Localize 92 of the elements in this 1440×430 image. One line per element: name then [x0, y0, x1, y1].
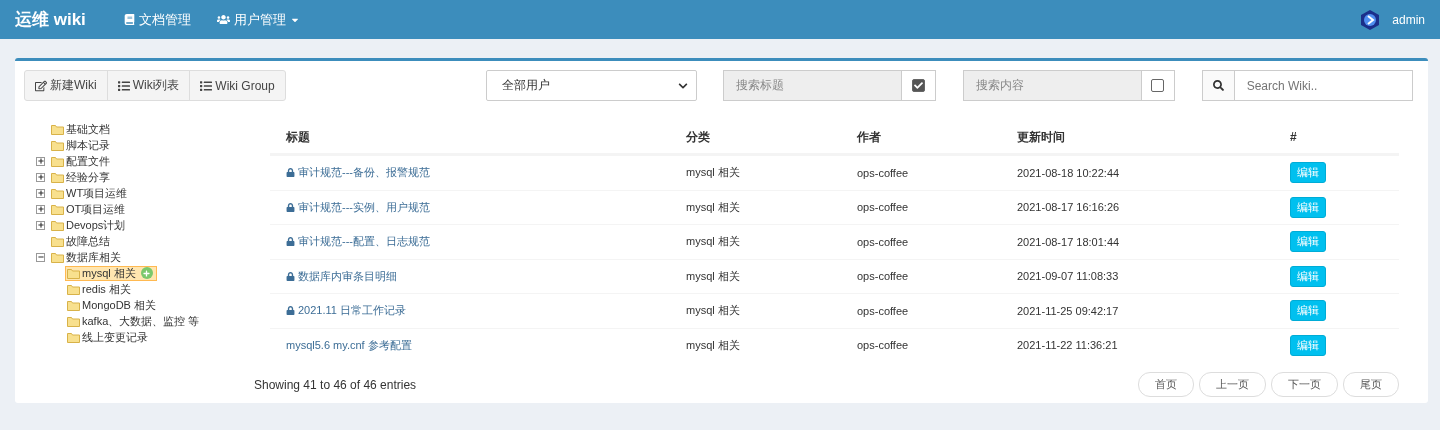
expand-icon[interactable] — [36, 188, 45, 198]
folder-icon — [51, 155, 64, 167]
tree-item[interactable]: 配置文件 — [49, 153, 114, 169]
folder-icon — [51, 171, 64, 183]
wiki-title-link[interactable]: 审计规范---配置、日志规范 — [286, 234, 430, 250]
page-button[interactable]: 首页 — [1138, 372, 1194, 397]
wiki-title-link[interactable]: mysql5.6 my.cnf 参考配置 — [286, 337, 412, 353]
page-button[interactable]: 尾页 — [1343, 372, 1399, 397]
tree-item[interactable]: mysql 相关 — [65, 265, 157, 281]
table-cell: mysql 相关 — [686, 234, 740, 250]
folder-icon — [51, 219, 64, 231]
tree-item[interactable]: 线上变更记录 — [65, 329, 152, 345]
tree-item[interactable]: OT项目运维 — [49, 201, 130, 217]
tree-item[interactable]: 数据库相关 — [49, 249, 125, 265]
table-cell: ops-coffee — [857, 201, 909, 214]
column-header: # — [1274, 121, 1399, 155]
folder-icon — [67, 283, 80, 295]
expand-icon[interactable] — [36, 204, 45, 214]
expand-icon[interactable] — [36, 172, 45, 182]
table-cell: ops-coffee — [857, 304, 909, 317]
table-cell: mysql 相关 — [686, 337, 740, 353]
column-header: 更新时间 — [1001, 121, 1274, 155]
search-field[interactable]: Search Wiki.. — [1234, 70, 1413, 101]
chevron-icon — [677, 80, 688, 91]
folder-icon — [51, 123, 64, 135]
lock-icon — [286, 168, 295, 178]
entries-info: Showing 41 to 46 of 46 entries — [254, 377, 417, 392]
folder-icon — [51, 203, 64, 215]
tree-item[interactable]: kafka、大数据、监控 等 — [65, 313, 204, 329]
column-header: 作者 — [841, 121, 1001, 155]
lock-icon — [286, 306, 295, 316]
table-cell: 2021-11-22 11:36:21 — [1017, 339, 1118, 352]
wiki-title-link[interactable]: 数据库内审条目明细 — [286, 268, 397, 284]
collapse-icon[interactable] — [36, 252, 45, 262]
user-select[interactable]: 全部用户 — [485, 70, 697, 101]
table-cell: ops-coffee — [857, 235, 909, 248]
checkbox[interactable] — [911, 79, 925, 92]
user-name[interactable]: admin — [1392, 12, 1425, 27]
column-header: 标题 — [270, 121, 670, 155]
folder-icon — [51, 235, 64, 247]
toolbar-button[interactable]: 新建Wiki — [24, 70, 108, 101]
wiki-title-link[interactable]: 审计规范---备份、报警规范 — [286, 165, 430, 181]
avatar-icon[interactable] — [1360, 9, 1381, 30]
table-cell: 2021-09-07 11:08:33 — [1017, 270, 1119, 283]
book-icon — [123, 14, 135, 25]
folder-icon — [67, 267, 80, 279]
list-icon — [117, 79, 130, 92]
toolbar-button[interactable]: Wiki列表 — [106, 70, 191, 101]
folder-icon — [51, 139, 64, 151]
tree-item[interactable]: Devops计划 — [49, 217, 130, 233]
folder-icon — [51, 187, 64, 199]
table-cell: ops-coffee — [857, 166, 909, 179]
wiki-title-link[interactable]: 2021.11 日常工作记录 — [286, 303, 406, 319]
column-header: 分类 — [670, 121, 841, 155]
table-cell: mysql 相关 — [686, 199, 740, 215]
folder-icon — [67, 331, 80, 343]
table-cell: 2021-08-18 10:22:44 — [1017, 166, 1120, 179]
page-button[interactable]: 上一页 — [1199, 372, 1266, 397]
table-cell: mysql 相关 — [686, 268, 740, 284]
tree-item[interactable]: 脚本记录 — [49, 137, 114, 153]
table-cell: 2021-11-25 09:42:17 — [1017, 304, 1119, 317]
page-button[interactable]: 下一页 — [1271, 372, 1338, 397]
list-icon — [200, 79, 213, 92]
tree-item[interactable]: 故障总结 — [49, 233, 114, 249]
expand-icon[interactable] — [36, 220, 45, 230]
brand-title[interactable]: 运维 wiki — [15, 8, 86, 31]
nav-link[interactable]: 文档管理 — [123, 10, 191, 29]
tree-item[interactable]: redis 相关 — [65, 281, 135, 297]
table-cell: 2021-08-17 18:01:44 — [1017, 235, 1120, 248]
search-icon[interactable] — [1212, 80, 1224, 91]
table-cell: mysql 相关 — [686, 303, 740, 319]
tree-item[interactable]: 经验分享 — [49, 169, 114, 185]
tree-item[interactable]: WT项目运维 — [49, 185, 132, 201]
folder-icon — [51, 251, 64, 263]
toolbar-button[interactable]: Wiki Group — [189, 70, 286, 101]
checkbox[interactable] — [1151, 79, 1165, 92]
lock-icon — [286, 271, 295, 281]
wiki-title-link[interactable]: 审计规范---实例、用户规范 — [286, 199, 430, 215]
table-cell: ops-coffee — [857, 339, 909, 352]
folder-icon — [67, 315, 80, 327]
nav-link[interactable]: 用户管理 — [216, 10, 300, 29]
table-cell: ops-coffee — [857, 270, 909, 283]
table-cell: 2021-08-17 16:16:26 — [1017, 201, 1120, 214]
lock-icon — [286, 237, 295, 247]
users-icon — [216, 13, 230, 26]
lock-icon — [286, 202, 295, 212]
folder-icon — [67, 299, 80, 311]
tree-item[interactable]: 基础文档 — [49, 121, 114, 137]
edit-icon — [35, 79, 47, 92]
expand-icon[interactable] — [36, 156, 45, 166]
tree-item[interactable]: MongoDB 相关 — [65, 297, 160, 313]
table-cell: mysql 相关 — [686, 165, 740, 181]
